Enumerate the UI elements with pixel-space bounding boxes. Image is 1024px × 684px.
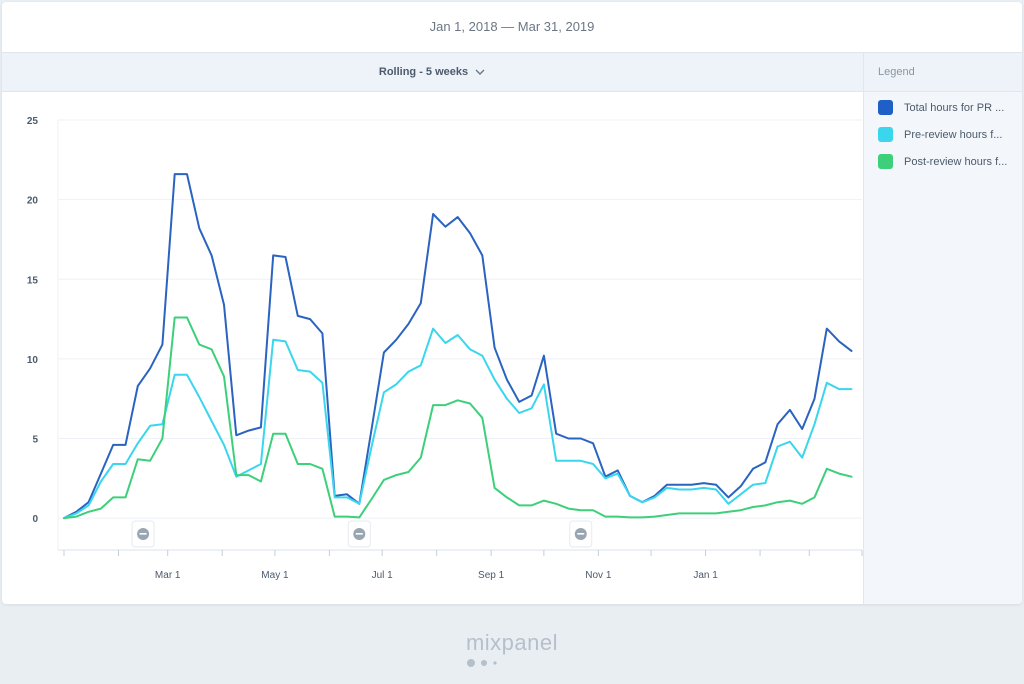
legend-panel: Legend Total hours for PR ... Pre-review… xyxy=(863,53,1022,604)
x-tick-label: May 1 xyxy=(261,570,289,581)
annotation-marker[interactable] xyxy=(569,520,593,548)
comment-icon-line xyxy=(577,533,585,535)
legend-item-pre-review[interactable]: Pre-review hours f... xyxy=(864,121,1022,148)
y-tick-label: 5 xyxy=(32,435,38,446)
report-card: Jan 1, 2018 — Mar 31, 2019 Rolling - 5 w… xyxy=(2,2,1022,604)
date-range[interactable]: Jan 1, 2018 — Mar 31, 2019 xyxy=(2,2,1022,53)
x-tick-label: Jul 1 xyxy=(372,570,394,581)
legend-label: Post-review hours f... xyxy=(904,155,1008,168)
series-line-2 xyxy=(63,327,853,520)
legend-item-total[interactable]: Total hours for PR ... xyxy=(864,94,1022,121)
legend-title: Legend xyxy=(864,53,1022,92)
annotation-marker[interactable] xyxy=(347,520,371,548)
x-tick-label: Jan 1 xyxy=(693,570,718,581)
x-tick-label: Mar 1 xyxy=(155,570,181,581)
loading-dots-icon xyxy=(467,659,497,667)
x-tick-label: Sep 1 xyxy=(478,570,505,581)
legend-item-post-review[interactable]: Post-review hours f... xyxy=(864,148,1022,175)
comment-icon-line xyxy=(355,533,363,535)
y-tick-label: 15 xyxy=(27,275,39,286)
legend-swatch xyxy=(878,100,893,115)
legend-label: Total hours for PR ... xyxy=(904,101,1005,114)
rolling-label: Rolling - 5 weeks xyxy=(378,66,469,78)
line-chart: 0 5 10 15 20 25 Mar 1 May 1 Jul 1 Sep 1 Nov 1 Jan 1 xyxy=(27,116,863,581)
annotation-marker[interactable] xyxy=(131,520,155,548)
mixpanel-logo: mixpanel xyxy=(465,630,559,655)
series-line-1 xyxy=(63,173,853,520)
series-line-3 xyxy=(63,316,853,520)
y-tick-label: 25 xyxy=(27,116,39,127)
y-tick-label: 10 xyxy=(27,355,39,366)
legend-swatch xyxy=(878,127,893,142)
y-tick-label: 0 xyxy=(32,514,38,525)
y-tick-label: 20 xyxy=(27,196,39,207)
legend-label: Pre-review hours f... xyxy=(904,128,1003,141)
chevron-down-icon xyxy=(475,69,485,75)
rolling-dropdown[interactable]: Rolling - 5 weeks xyxy=(2,53,863,92)
x-tick-label: Nov 1 xyxy=(585,570,612,581)
comment-icon-line xyxy=(139,533,147,535)
legend-swatch xyxy=(878,154,893,169)
